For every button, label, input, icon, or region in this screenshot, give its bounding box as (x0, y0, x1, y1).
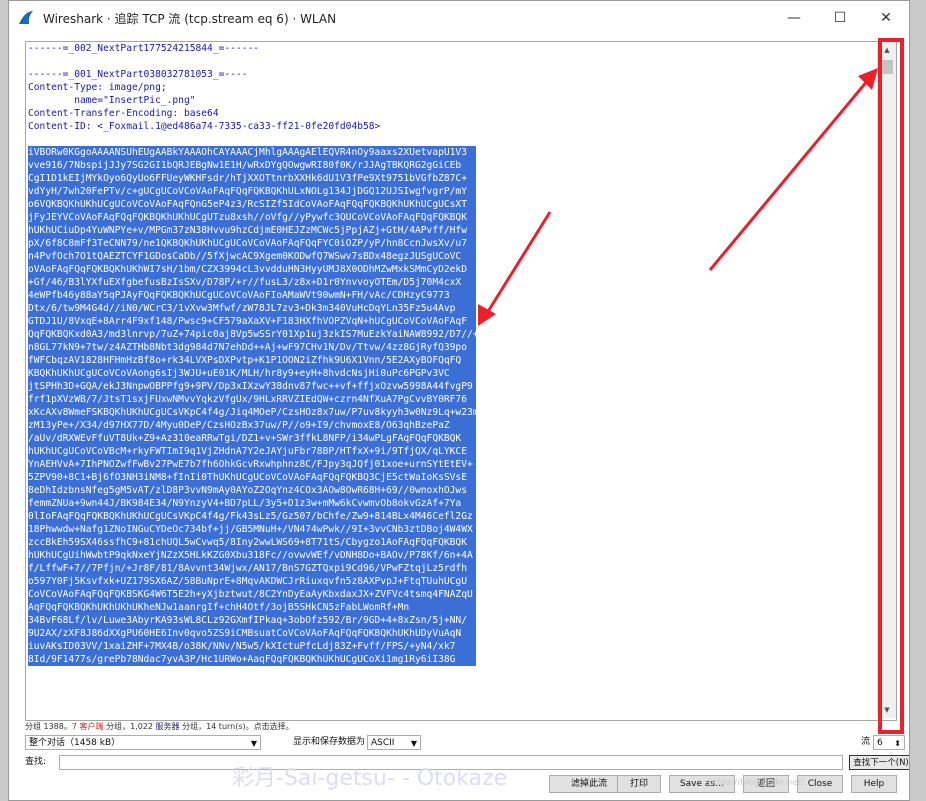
stream-base64-line: o597Y0Fj5Ksvfxk+UZ179SX6AZ/58BuNprE+8Mqv… (28, 575, 476, 588)
stream-base64-line: pX/6f8C8mFf3TeCNN79/ne1QKBQKhUKhUCgUCoVC… (28, 237, 476, 250)
stream-text[interactable]: ------=_002_NextPart177524215844_=------… (28, 42, 876, 718)
stream-base64-line: xKcAXv8WmeFSKBQKhUKhUCgUCsVKpC4f4g/Jiq4M… (28, 406, 476, 419)
follow-tcp-stream-window: Wireshark · 追踪 TCP 流 (tcp.stream eq 6) ·… (8, 0, 910, 801)
stream-base64-line: zM13yPe+/X34/d97HX77D/4Myu0DeP/CzsHOzBx3… (28, 419, 476, 432)
stream-base64-line: 8Id/9F1477s/grePb78Ndac7yvA3P/Hc1URWo+Aa… (28, 653, 476, 666)
stream-content-pane[interactable]: ------=_002_NextPart177524215844_=------… (25, 41, 897, 721)
stream-base64-line: 34BvF68Lf/lv/Luwe3AbyrKA93sWL8CLz92GXmfI… (28, 614, 476, 627)
find-next-button[interactable]: 查找下一个(N) (849, 755, 909, 770)
stream-header-line: Content-Type: image/png; (28, 82, 167, 93)
stream-status-text: 分组 1388。7 客户端 分组，1,022 服务器 分组，14 turn(s)… (25, 722, 294, 731)
stream-base64-line: AqFQqFQKBQKhUKhUKhUKheNJw1aanrgIf+chH4Ot… (28, 601, 476, 614)
stream-base64-line: vdYyH/7wh20FePTv/c+gUCgUCoVCoVAoFAqFQqFQ… (28, 185, 476, 198)
stream-base64-line: /aUv/dRXWEvFfuVT8Uk+Z9+Az310eaRRwTgi/DZ1… (28, 432, 476, 445)
stream-base64-line: CoVCoVAoFAqFQqFQKBSKG4W6T5E2h+yXjbztwut/… (28, 588, 476, 601)
stream-base64-line: iVBORw0KGgoAAAANSUhEUgAABkYAAAOhCAYAAACj… (28, 146, 476, 159)
stream-header-line (28, 55, 876, 68)
stream-base64-line: YnAEHVvA+7IhPNOZwfFwBv27PwE7b7fh6OhkGcvR… (28, 458, 476, 471)
stream-base64-line: jFyJEYVCoVAoFAqFQqFQKBQKhUKhUCgUTzu8xsh/… (28, 211, 476, 224)
stream-base64-line: +Gf/46/B3lYXfuEXfgbefusBzIsSXv/D78P/+r//… (28, 276, 476, 289)
stream-base64-line: 18Phwwdw+Nafg1ZNoINGuCYDeOc734bf+jj/GB5M… (28, 523, 476, 536)
chevron-down-icon: ▼ (410, 739, 417, 748)
stream-label: 流 (861, 737, 871, 747)
stream-base64-line: CgI1D1kEIjMYkOyo6QyUo6FFUeyWKHFsdr/hTjXX… (28, 172, 476, 185)
stream-base64-line: f/LffwF+7//7Pfjn/+Jr8F/81/8Avvnt34Wjwx/A… (28, 562, 476, 575)
minimize-button[interactable]: — (771, 1, 817, 35)
stream-base64-line: hUKhUCgUihWwbtP9qkNxeYjNZzX5HLkKZG0Xbu31… (28, 549, 476, 562)
stream-header-line: ------=_001_NextPart038032781053_=---- (28, 69, 248, 80)
print-button[interactable]: 打印 (617, 775, 661, 793)
annotation-highlight-box (878, 38, 904, 734)
show-as-label: 显示和保存数据为 (293, 737, 366, 747)
stream-base64-line: 4eWPfb46y88aY5qPJAyFQqFQKBQKhUCgUCoVCoVA… (28, 289, 476, 302)
stream-base64-line: 0lIoFAqFQqFQKBQKhUKhUCgUCsVKpC4f4g/Fk43s… (28, 510, 476, 523)
stream-base64-line: 5ZPV90+8C1+Bj6fO3NH3iNM8+fInIi0ThUKhUCgU… (28, 471, 476, 484)
stream-base64-line: 8eDhIdzbnsNfeg5gM5vAT/zlD8P3vvN9mAy0AYoZ… (28, 484, 476, 497)
stream-header-line: Content-ID: <_Foxmail.1@ed486a74-7335-ca… (28, 121, 381, 132)
stream-number-spinner[interactable]: 6 ⬍ (873, 735, 905, 750)
stream-base64-line: jtSPHh3D+GQA/ekJ3NnpwOBPPfg9+9PV/Dp3xIXz… (28, 380, 476, 393)
chevron-down-icon: ▼ (250, 739, 257, 748)
stream-base64-line: frf1pXVzWB/7/JtsT1sxjFUxwNMvvYqkzVfgUx/9… (28, 393, 476, 406)
stream-base64-line: iuvAKsID03VV/1xaiZHF+7MX4B/o38K/NNv/N5w5… (28, 640, 476, 653)
stream-base64-line: fWFCbqzAV1828HFHmHzBf8o+rk34LVXPsDXPvtp+… (28, 354, 476, 367)
stream-base64-line: vve916/7NbspijJJy7SG2GI1bQRJEBgNw1E1H/wR… (28, 159, 476, 172)
stream-base64-line: QqFQKBQKxd0A3/md3lnrvp/7uZ+74pic0aj8Vp5w… (28, 328, 476, 341)
stream-base64-line: GTDJ1U/8VxqE+8Arr4F9xf148/Pwsc9+CF579aXa… (28, 315, 476, 328)
stream-base64-line: 9U2AX/zXF8J86dXXgPU60HE6Inv0qvo5ZS9iCMBs… (28, 627, 476, 640)
watermark-url: https://blog.csdn.net/... (708, 778, 813, 788)
stream-base64-line: KBQKhUKhUCgUCoVCoVAong6sIj3WJU+uE01K/MLH… (28, 367, 476, 380)
conversation-select[interactable]: 整个对话（1458 kB） ▼ (25, 735, 261, 750)
stream-base64-line: femmZNUa+9wn44J/BK984E34/N9YnzyV4+BD7pLL… (28, 497, 476, 510)
stream-base64-line: oVAoFAqFQqFQKBQKhUKhWI7sH/1bm/CZX3994cL3… (28, 263, 476, 276)
stream-header-line: ------=_002_NextPart177524215844_=------ (28, 43, 260, 54)
stream-header-line (28, 133, 876, 146)
stream-base64-line: hUKhUCgUCoVCoVBcM+rkyFWTImI9q1VjZHdnA7Y2… (28, 445, 476, 458)
window-title: Wireshark · 追踪 TCP 流 (tcp.stream eq 6) ·… (43, 11, 337, 26)
wireshark-fin-icon (17, 9, 35, 27)
find-label: 查找: (25, 757, 47, 767)
options-row: 整个对话（1458 kB） ▼ 显示和保存数据为 ASCII ▼ 流 6 ⬍ (25, 735, 905, 753)
format-select[interactable]: ASCII ▼ (367, 735, 421, 750)
stream-header-line: Content-Transfer-Encoding: base64 (28, 108, 219, 119)
stream-base64-line: zccBkEh59SX46ssfhC9+81chUQL5wCvwq5/8Iny2… (28, 536, 476, 549)
watermark-text: 彩月-Sai-getsu- - Otokaze (232, 766, 508, 791)
maximize-button[interactable]: ☐ (817, 1, 863, 35)
stream-base64-line: n8GL77kN9+7tw/z4AZTHb8Nbt3dg984d7N7ehDd+… (28, 341, 476, 354)
title-bar: Wireshark · 追踪 TCP 流 (tcp.stream eq 6) ·… (9, 1, 909, 35)
spinner-icon: ⬍ (894, 739, 901, 748)
stream-base64-line: n4PvfOch7O1tQAEZTCYF1GDosCaDb//5fXjwcAC9… (28, 250, 476, 263)
stream-base64-line: o6VQKBQKhUKhUCgUCoVCoVAoFAqFQnG5eP4z3/Rc… (28, 198, 476, 211)
stream-header-line: name="InsertPic_.png" (28, 95, 196, 106)
stream-base64-line: hUKhUCiuDp4YuWNPYe+v/MPGm37zN38Hvvu9hzCd… (28, 224, 476, 237)
help-button[interactable]: Help (851, 775, 897, 793)
stream-base64-line: Dtx/6/tw9M4G4d//iN0/WCrC3/1vXvw3Mfwf/zW7… (28, 302, 476, 315)
close-window-button[interactable]: ✕ (863, 1, 909, 35)
